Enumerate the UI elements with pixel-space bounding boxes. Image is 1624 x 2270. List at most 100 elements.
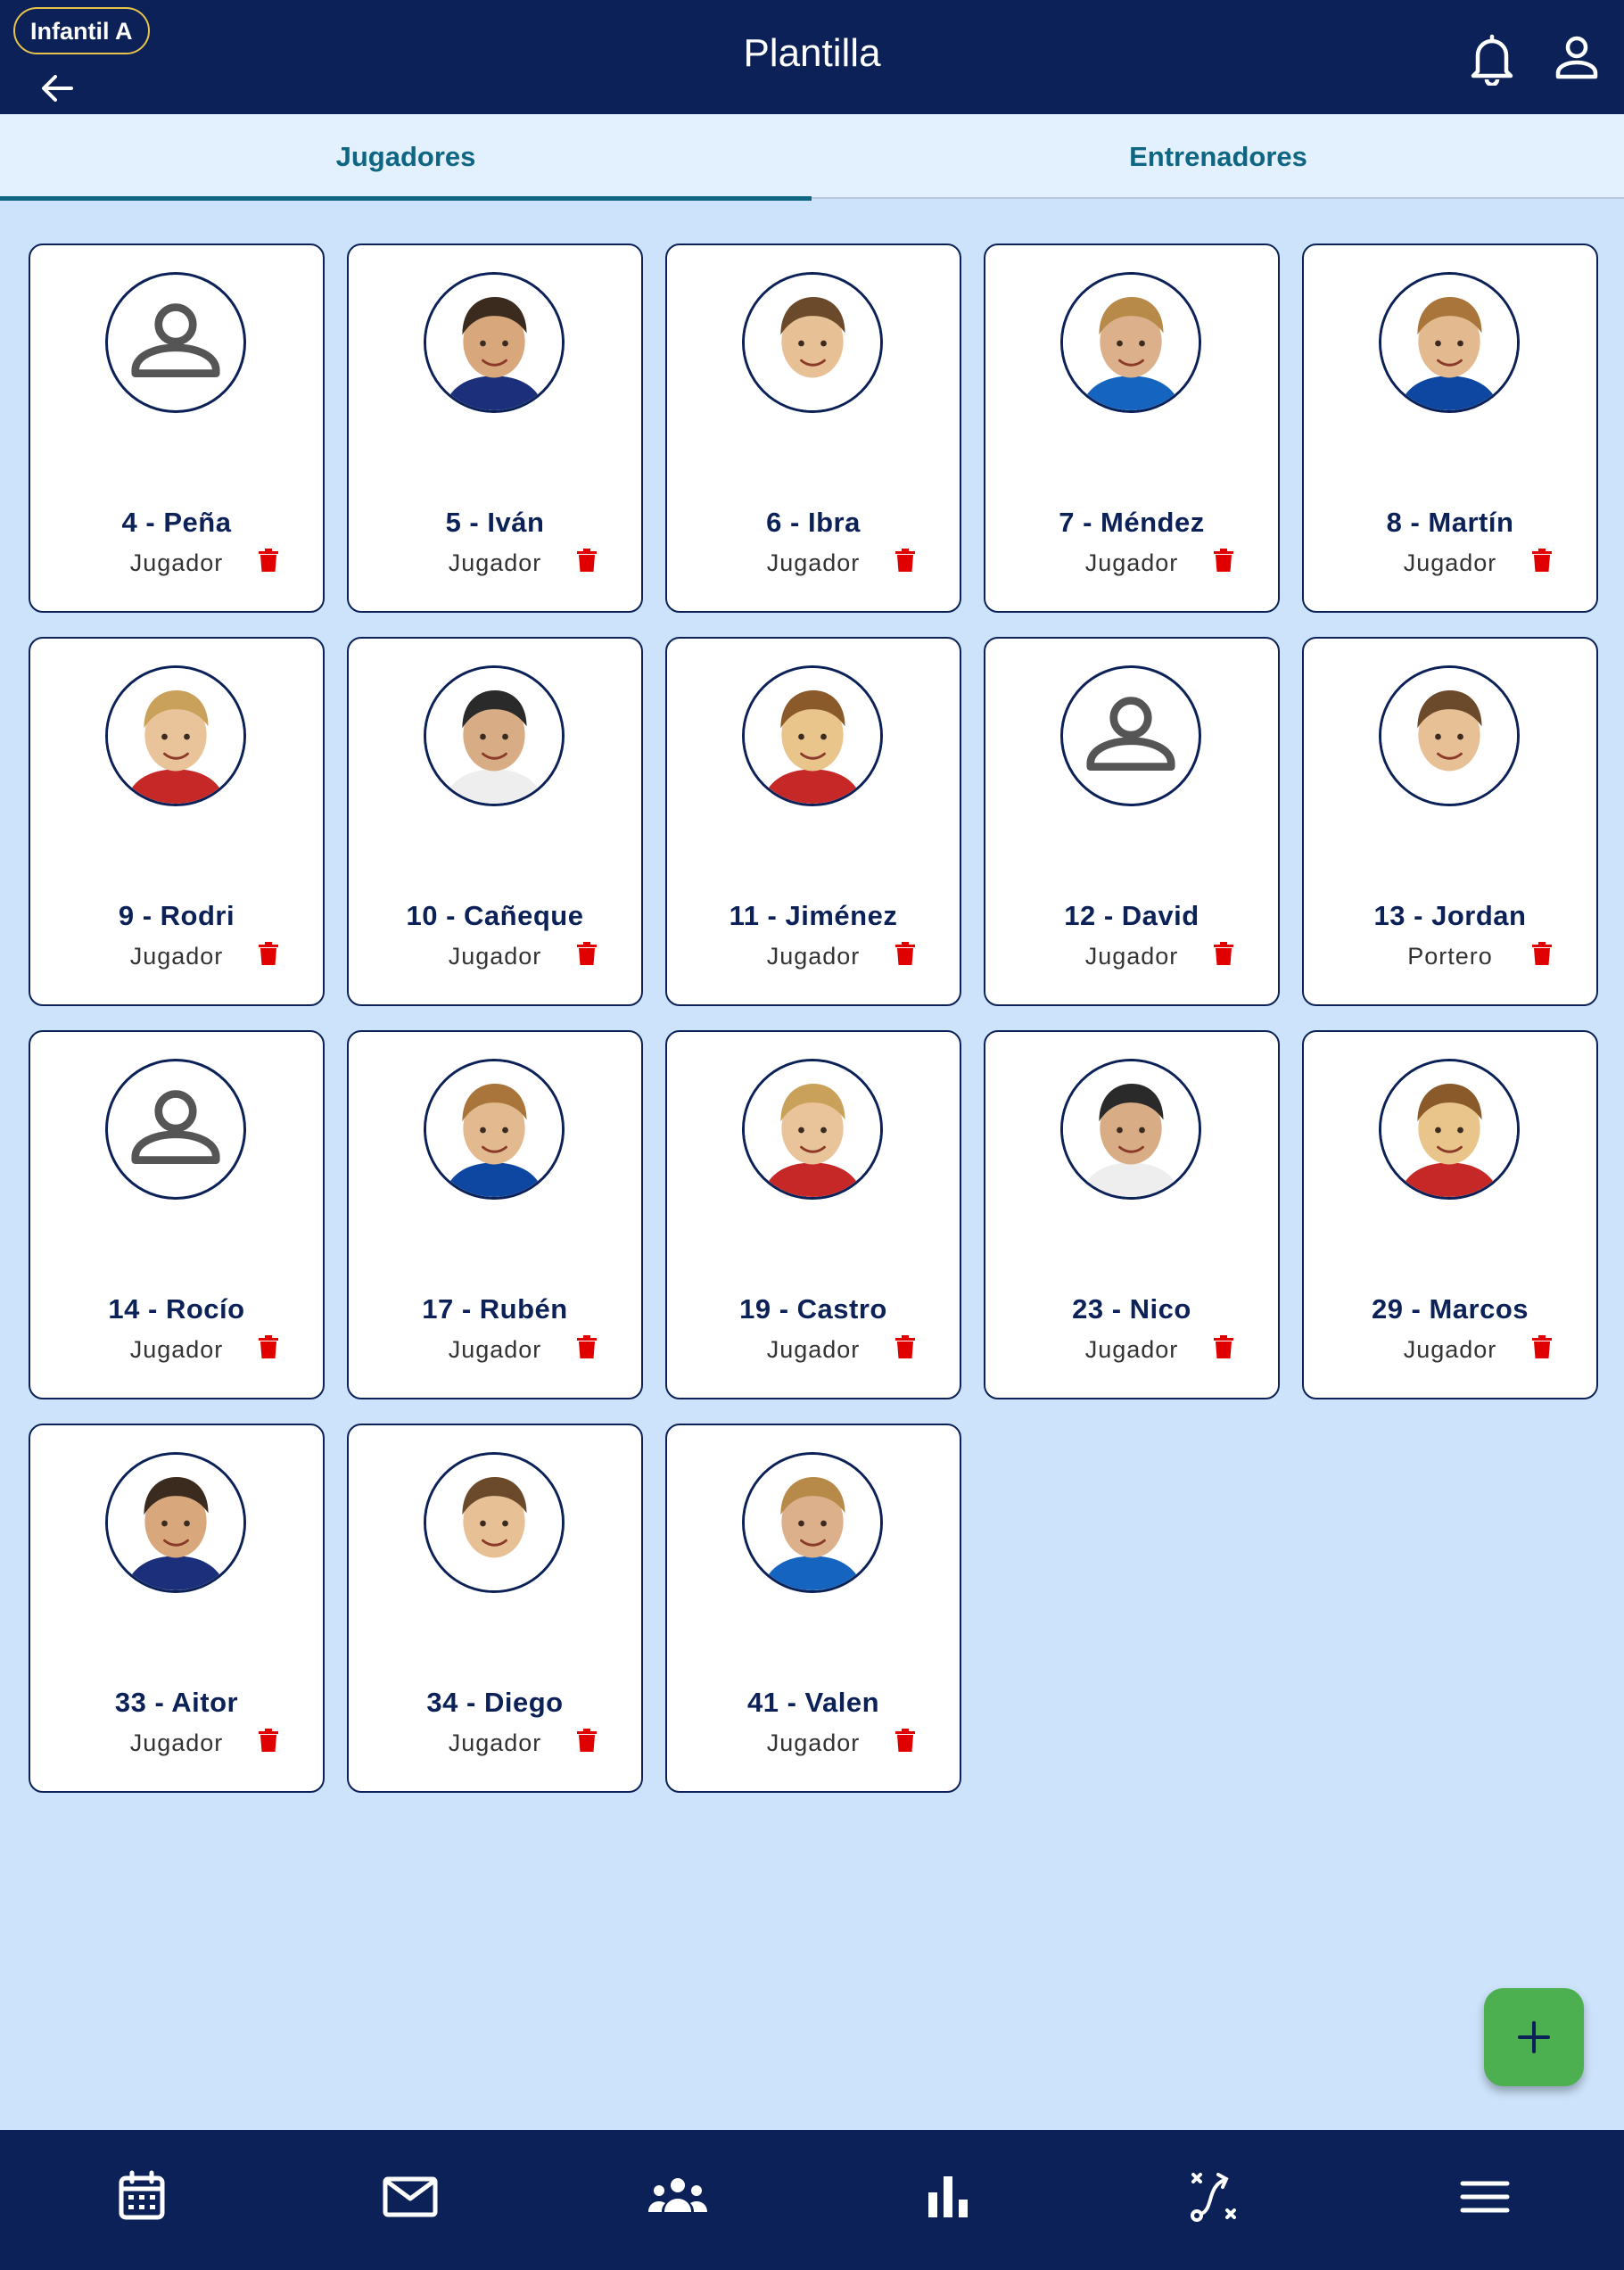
delete-icon[interactable] [577,942,597,965]
team-icon[interactable] [647,2166,709,2228]
player-name: 12 - David [1064,900,1199,931]
bell-icon[interactable] [1467,32,1517,87]
bottom-navigation [0,2130,1624,2270]
stats-icon[interactable] [917,2166,979,2228]
delete-icon[interactable] [895,549,915,572]
menu-icon[interactable] [1454,2166,1516,2228]
tab-entrenadores[interactable]: Entrenadores [812,114,1624,199]
player-avatar [1060,665,1201,806]
player-name: 8 - Martín [1386,507,1514,538]
player-role: Jugador [1403,1336,1497,1363]
plus-icon [1518,2021,1550,2053]
delete-icon[interactable] [1214,549,1233,572]
add-player-button[interactable] [1484,1988,1584,2086]
tab-bar: Jugadores Entrenadores [0,114,1624,201]
player-name: 6 - Ibra [766,507,861,538]
player-card[interactable]: 7 - Méndez Jugador [984,244,1280,613]
player-role: Jugador [448,943,542,970]
player-photo [108,1455,243,1590]
delete-icon[interactable] [895,1729,915,1752]
delete-icon[interactable] [1532,1335,1552,1358]
player-name: 9 - Rodri [118,900,235,931]
player-card[interactable]: 6 - Ibra Jugador [665,244,961,613]
player-role: Jugador [1403,549,1497,576]
player-name: 17 - Rubén [422,1293,568,1325]
delete-icon[interactable] [259,1335,278,1358]
player-card[interactable]: 29 - Marcos Jugador [1302,1030,1598,1399]
player-avatar [105,665,246,806]
player-name: 41 - Valen [746,1687,880,1718]
player-name: 23 - Nico [1072,1293,1191,1325]
player-photo [108,668,243,804]
calendar-icon[interactable] [111,2166,173,2228]
player-card[interactable]: 8 - Martín Jugador [1302,244,1598,613]
player-avatar [105,1452,246,1593]
player-avatar [424,1452,565,1593]
mail-icon[interactable] [379,2166,441,2228]
avatar-placeholder-icon [1086,697,1175,771]
delete-icon[interactable] [259,1729,278,1752]
page-title: Plantilla [743,31,881,75]
delete-icon[interactable] [1532,942,1552,965]
delete-icon[interactable] [895,942,915,965]
avatar-placeholder-icon [131,303,220,377]
player-avatar [742,665,883,806]
player-role: Portero [1407,943,1493,970]
player-role: Jugador [1084,549,1179,576]
delete-icon[interactable] [1214,942,1233,965]
delete-icon[interactable] [577,1729,597,1752]
player-name: 11 - Jiménez [729,900,898,931]
player-role: Jugador [448,549,542,576]
player-role: Jugador [1084,943,1179,970]
player-card[interactable]: 34 - Diego Jugador [347,1424,643,1793]
user-icon[interactable] [1552,32,1602,82]
delete-icon[interactable] [1532,549,1552,572]
player-role: Jugador [129,1336,224,1363]
player-avatar [424,665,565,806]
player-avatar [742,1452,883,1593]
delete-icon[interactable] [577,1335,597,1358]
player-role: Jugador [766,943,861,970]
delete-icon[interactable] [577,549,597,572]
delete-icon[interactable] [895,1335,915,1358]
player-card[interactable]: 41 - Valen Jugador [665,1424,961,1793]
top-app-bar: Infantil A Plantilla [0,0,1624,114]
player-card[interactable]: 9 - Rodri Jugador [29,637,325,1006]
tab-jugadores[interactable]: Jugadores [0,114,812,201]
player-card[interactable]: 13 - Jordan Portero [1302,637,1598,1006]
player-avatar [1379,272,1520,413]
player-card[interactable]: 12 - David Jugador [984,637,1280,1006]
player-name: 19 - Castro [739,1293,887,1325]
player-card[interactable]: 14 - Rocío Jugador [29,1030,325,1399]
player-card[interactable]: 4 - Peña Jugador [29,244,325,613]
player-card[interactable]: 33 - Aitor Jugador [29,1424,325,1793]
player-role: Jugador [129,1729,224,1756]
player-name: 34 - Diego [426,1687,564,1718]
player-photo [1381,275,1517,410]
tactics-icon[interactable] [1186,2166,1249,2228]
player-card[interactable]: 5 - Iván Jugador [347,244,643,613]
player-card[interactable]: 10 - Cañeque Jugador [347,637,643,1006]
player-photo [1063,1061,1199,1197]
player-photo [426,1455,562,1590]
player-name: 10 - Cañeque [406,900,584,931]
player-photo [1381,668,1517,804]
player-card[interactable]: 11 - Jiménez Jugador [665,637,961,1006]
player-card[interactable]: 19 - Castro Jugador [665,1030,961,1399]
player-avatar [742,1059,883,1200]
player-name: 33 - Aitor [114,1687,239,1718]
player-card[interactable]: 17 - Rubén Jugador [347,1030,643,1399]
player-name: 4 - Peña [121,507,232,538]
player-photo [1063,275,1199,410]
player-photo [1381,1061,1517,1197]
player-card[interactable]: 23 - Nico Jugador [984,1030,1280,1399]
player-role: Jugador [448,1729,542,1756]
player-name: 7 - Méndez [1059,507,1205,538]
delete-icon[interactable] [1214,1335,1233,1358]
player-photo [426,668,562,804]
player-avatar [105,1059,246,1200]
delete-icon[interactable] [259,549,278,572]
player-role: Jugador [1084,1336,1179,1363]
delete-icon[interactable] [259,942,278,965]
player-role: Jugador [766,1729,861,1756]
